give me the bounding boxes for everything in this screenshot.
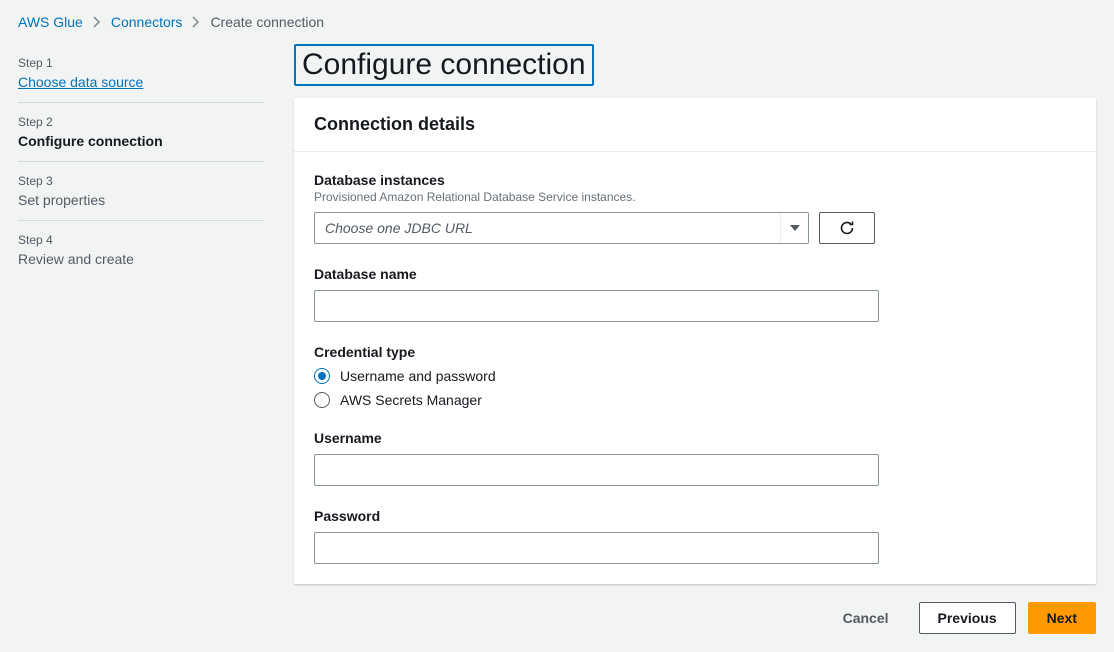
step-number: Step 4 <box>18 233 264 247</box>
step-1[interactable]: Step 1 Choose data source <box>18 44 264 103</box>
field-label: Credential type <box>314 344 1076 360</box>
panel-header: Connection details <box>294 98 1096 152</box>
step-title: Set properties <box>18 192 264 208</box>
select-placeholder: Choose one JDBC URL <box>325 220 473 236</box>
field-password: Password <box>314 508 1076 564</box>
chevron-right-icon <box>93 16 101 28</box>
step-number: Step 2 <box>18 115 264 129</box>
step-number: Step 1 <box>18 56 264 70</box>
cancel-button[interactable]: Cancel <box>825 602 907 634</box>
wizard-steps: Step 1 Choose data source Step 2 Configu… <box>18 44 264 279</box>
caret-down-icon <box>780 213 808 243</box>
refresh-button[interactable] <box>819 212 875 244</box>
database-instances-select[interactable]: Choose one JDBC URL <box>314 212 809 244</box>
field-label: Username <box>314 430 1076 446</box>
field-description: Provisioned Amazon Relational Database S… <box>314 190 1076 204</box>
breadcrumb-connectors[interactable]: Connectors <box>111 14 183 30</box>
field-label: Database name <box>314 266 1076 282</box>
field-database-instances: Database instances Provisioned Amazon Re… <box>314 172 1076 244</box>
page-title: Configure connection <box>294 44 594 86</box>
database-name-input[interactable] <box>314 290 879 322</box>
field-database-name: Database name <box>314 266 1076 322</box>
field-label: Database instances <box>314 172 1076 188</box>
connection-details-panel: Connection details Database instances Pr… <box>294 98 1096 584</box>
refresh-icon <box>839 220 855 236</box>
field-username: Username <box>314 430 1076 486</box>
field-label: Password <box>314 508 1076 524</box>
radio-aws-secrets-manager[interactable]: AWS Secrets Manager <box>314 392 1076 408</box>
breadcrumb-aws-glue[interactable]: AWS Glue <box>18 14 83 30</box>
step-title: Configure connection <box>18 133 264 149</box>
step-title: Review and create <box>18 251 264 267</box>
breadcrumb: AWS Glue Connectors Create connection <box>0 0 1114 44</box>
step-number: Step 3 <box>18 174 264 188</box>
step-3: Step 3 Set properties <box>18 162 264 221</box>
username-input[interactable] <box>314 454 879 486</box>
next-button[interactable]: Next <box>1028 602 1096 634</box>
radio-label: AWS Secrets Manager <box>340 392 482 408</box>
field-credential-type: Credential type Username and password AW… <box>314 344 1076 408</box>
password-input[interactable] <box>314 532 879 564</box>
previous-button[interactable]: Previous <box>919 602 1016 634</box>
step-4: Step 4 Review and create <box>18 221 264 279</box>
wizard-footer: Cancel Previous Next <box>294 602 1096 634</box>
chevron-right-icon <box>192 16 200 28</box>
step-title[interactable]: Choose data source <box>18 74 264 90</box>
radio-icon <box>314 392 330 408</box>
step-2: Step 2 Configure connection <box>18 103 264 162</box>
radio-label: Username and password <box>340 368 496 384</box>
radio-username-password[interactable]: Username and password <box>314 368 1076 384</box>
breadcrumb-current: Create connection <box>210 14 324 30</box>
radio-icon <box>314 368 330 384</box>
